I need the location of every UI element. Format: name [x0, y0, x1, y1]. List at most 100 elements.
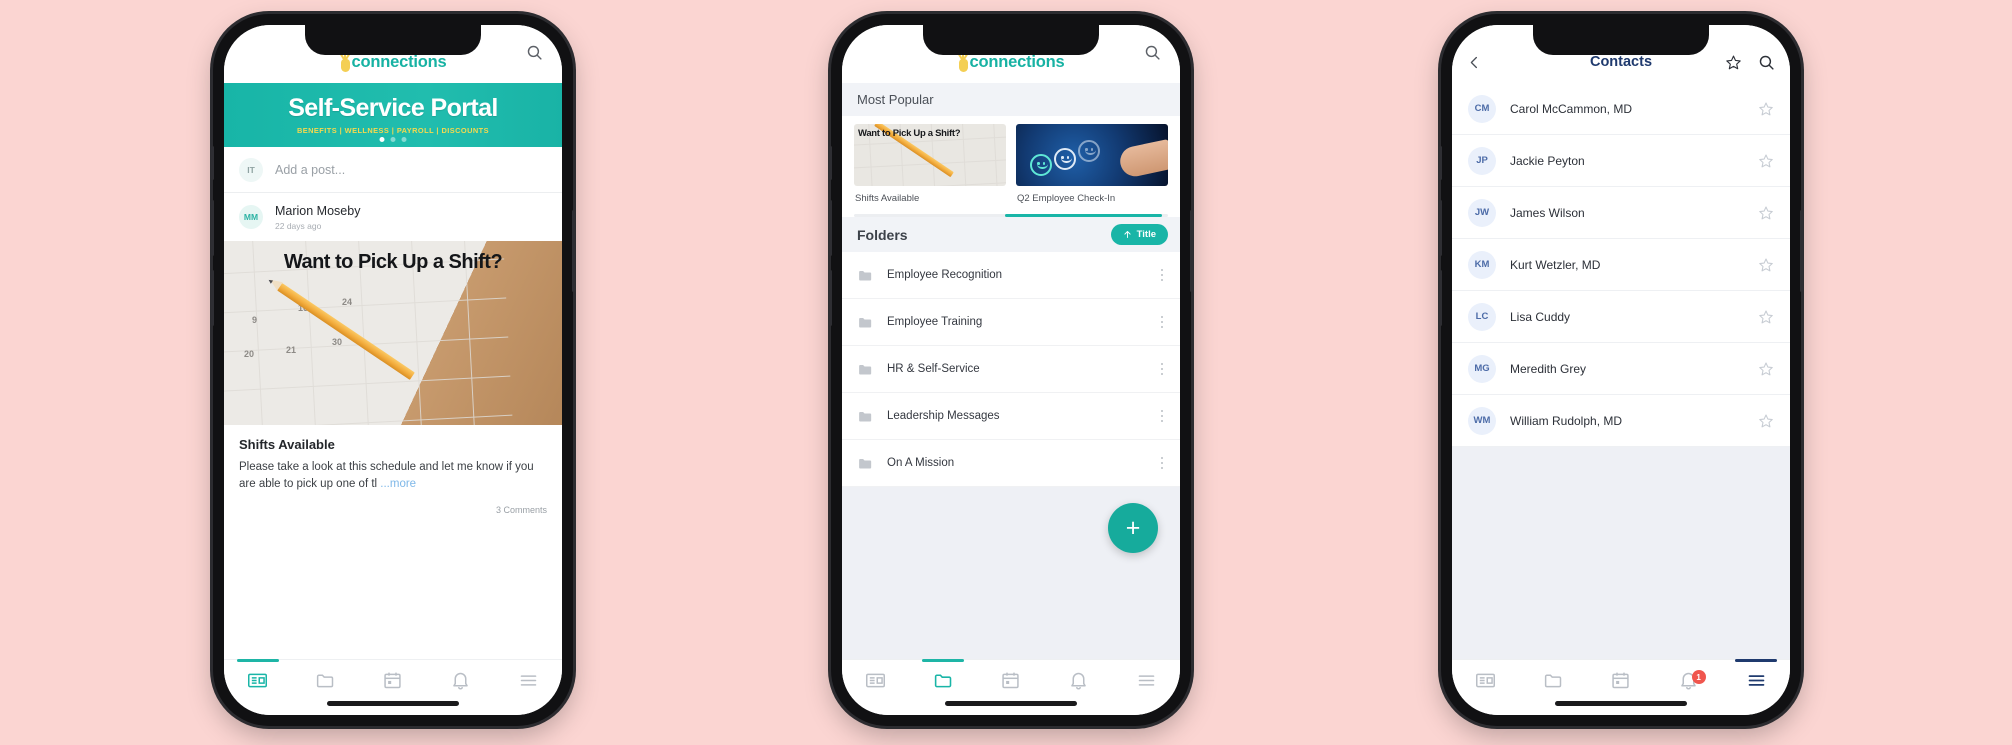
- list-item[interactable]: Employee Recognition: [842, 252, 1180, 299]
- search-icon[interactable]: [1758, 54, 1775, 71]
- add-post-input[interactable]: Add a post...: [275, 163, 345, 177]
- avatar: MM: [239, 205, 263, 230]
- banner-title: Self-Service Portal: [288, 93, 498, 122]
- star-outline-icon[interactable]: [1758, 361, 1774, 377]
- avatar: KM: [1468, 250, 1496, 279]
- search-icon[interactable]: [523, 41, 545, 63]
- list-item[interactable]: On A Mission: [842, 440, 1180, 487]
- folder-options-icon[interactable]: [1157, 312, 1168, 333]
- card-overlay-title: Want to Pick Up a Shift?: [858, 128, 961, 139]
- phone-volume-down: [211, 270, 214, 326]
- pineapple-icon: [956, 52, 969, 72]
- folder-options-icon[interactable]: [1157, 453, 1168, 474]
- phone-power-button: [572, 210, 575, 292]
- star-outline-icon[interactable]: [1758, 413, 1774, 429]
- post-text-wrapper: Please take a look at this schedule and …: [239, 459, 547, 494]
- phone3-screen: Contacts CM Carol McCammon, MD JP Jackie…: [1452, 25, 1790, 715]
- list-item[interactable]: JW James Wilson: [1452, 187, 1790, 239]
- phone-volume-down: [1439, 270, 1442, 326]
- carousel-dots[interactable]: [379, 137, 407, 142]
- nav-item-news[interactable]: [224, 659, 292, 701]
- comments-count[interactable]: 3 Comments: [224, 493, 562, 515]
- contact-name: Jackie Peyton: [1510, 153, 1585, 168]
- self-service-banner[interactable]: Self-Service Portal BENEFITS | WELLNESS …: [224, 83, 562, 147]
- post-composer[interactable]: IT Add a post...: [224, 147, 562, 193]
- card-caption: Q2 Employee Check-In: [1017, 193, 1116, 204]
- nav-item-calendar[interactable]: [359, 660, 427, 701]
- card-shifts-available[interactable]: Want to Pick Up a Shift? Shifts Availabl…: [854, 124, 1006, 204]
- carousel-scroll-indicator[interactable]: [854, 214, 1168, 217]
- most-popular-cards: Want to Pick Up a Shift? Shifts Availabl…: [842, 116, 1180, 204]
- nav-item-menu[interactable]: [1722, 659, 1790, 701]
- nav-item-notifications[interactable]: [427, 660, 495, 701]
- phone-volume-up: [829, 200, 832, 256]
- phone-notch: [1533, 25, 1709, 55]
- add-button[interactable]: +: [1108, 503, 1158, 553]
- nav-item-folders[interactable]: [1520, 660, 1588, 701]
- bottom-nav: [224, 659, 562, 715]
- star-outline-icon[interactable]: [1758, 101, 1774, 117]
- post-body: Shifts Available Please take a look at t…: [224, 425, 562, 494]
- star-outline-icon[interactable]: [1725, 54, 1742, 71]
- nav-item-folders[interactable]: [910, 659, 978, 701]
- list-item[interactable]: Employee Training: [842, 299, 1180, 346]
- nav-item-calendar[interactable]: [977, 660, 1045, 701]
- read-more-link[interactable]: ...more: [380, 478, 416, 490]
- phone-mute-switch: [211, 146, 214, 180]
- carousel-dot-2[interactable]: [390, 137, 396, 142]
- phone-power-button: [1190, 210, 1193, 292]
- search-icon[interactable]: [1141, 41, 1163, 63]
- sort-by-title-button[interactable]: Title: [1110, 224, 1168, 245]
- newspaper-icon: [865, 670, 886, 691]
- star-outline-icon[interactable]: [1758, 205, 1774, 221]
- folder-name: On A Mission: [887, 457, 955, 469]
- list-item[interactable]: KM Kurt Wetzler, MD: [1452, 239, 1790, 291]
- post-image[interactable]: 9 16 24 20 21 30 Want to Pick Up a Shift…: [224, 240, 562, 425]
- post-timestamp: 22 days ago: [275, 220, 322, 231]
- nav-item-notifications[interactable]: 1: [1655, 660, 1723, 701]
- nav-item-notifications[interactable]: [1045, 660, 1113, 701]
- app-logo[interactable]: connections: [338, 52, 447, 72]
- star-outline-icon[interactable]: [1758, 257, 1774, 273]
- post-header: MM Marion Moseby 22 days ago: [224, 193, 562, 241]
- nav-item-menu[interactable]: [1112, 660, 1180, 701]
- contact-name: William Rudolph, MD: [1510, 413, 1623, 428]
- folder-name: Employee Training: [887, 316, 983, 328]
- avatar: MG: [1468, 354, 1496, 383]
- contact-name: James Wilson: [1510, 205, 1585, 220]
- folder-options-icon[interactable]: [1157, 406, 1168, 427]
- list-item[interactable]: LC Lisa Cuddy: [1452, 291, 1790, 343]
- nav-item-folders[interactable]: [292, 660, 360, 701]
- star-outline-icon[interactable]: [1758, 153, 1774, 169]
- carousel-dot-1[interactable]: [379, 137, 385, 142]
- card-q2-check-in[interactable]: Q2 Employee Check-In: [1016, 124, 1168, 204]
- folder-name: HR & Self-Service: [887, 363, 980, 375]
- nav-item-calendar[interactable]: [1587, 660, 1655, 701]
- folder-options-icon[interactable]: [1157, 359, 1168, 380]
- nav-item-menu[interactable]: [494, 660, 562, 701]
- post-author[interactable]: Marion Moseby: [275, 204, 360, 220]
- list-item[interactable]: JP Jackie Peyton: [1452, 135, 1790, 187]
- sort-button-label: Title: [1136, 229, 1156, 240]
- folder-name: Leadership Messages: [887, 410, 1000, 422]
- screenshot-stage: connections Self-Service Portal BENEFITS…: [0, 0, 2012, 745]
- contact-name: Lisa Cuddy: [1510, 309, 1571, 324]
- list-item[interactable]: MG Meredith Grey: [1452, 343, 1790, 395]
- carousel-dot-3[interactable]: [401, 137, 407, 142]
- phone2-screen: connections Most Popular Want to Pick Up…: [842, 25, 1180, 715]
- folder-options-icon[interactable]: [1157, 265, 1168, 286]
- phone-volume-up: [1439, 200, 1442, 256]
- list-item[interactable]: HR & Self-Service: [842, 346, 1180, 393]
- chevron-left-icon[interactable]: [1467, 55, 1482, 70]
- nav-item-news[interactable]: [1452, 660, 1520, 701]
- nav-item-news[interactable]: [842, 660, 910, 701]
- newspaper-icon: [1475, 670, 1496, 691]
- folder-icon: [857, 361, 874, 378]
- list-item[interactable]: Leadership Messages: [842, 393, 1180, 440]
- list-item[interactable]: CM Carol McCammon, MD: [1452, 83, 1790, 135]
- calendar-icon: [382, 670, 403, 691]
- list-item[interactable]: WM William Rudolph, MD: [1452, 395, 1790, 447]
- bottom-nav: [842, 659, 1180, 715]
- app-logo[interactable]: connections: [956, 52, 1065, 72]
- star-outline-icon[interactable]: [1758, 309, 1774, 325]
